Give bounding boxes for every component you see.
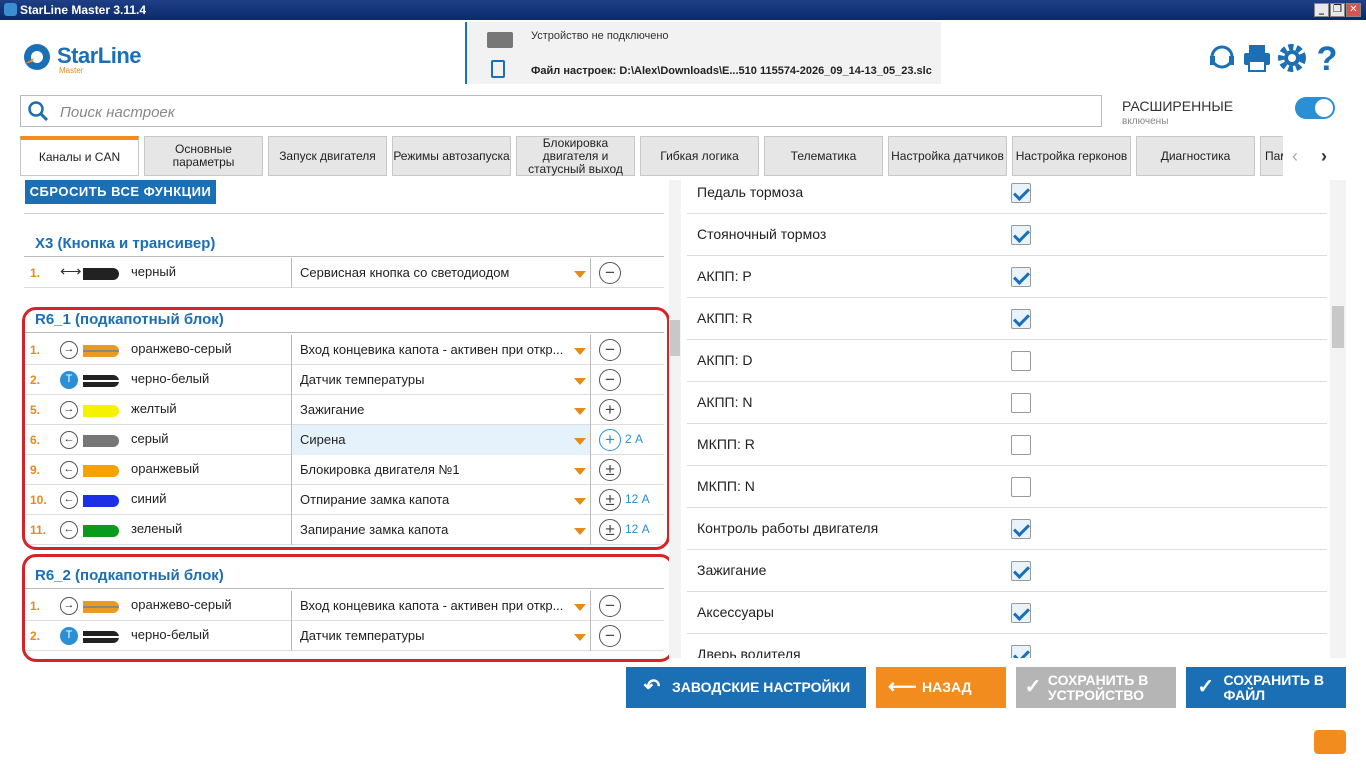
search-bar[interactable]: Поиск настроек bbox=[20, 95, 1102, 127]
checkbox[interactable] bbox=[1011, 225, 1031, 245]
left-scrollbar[interactable] bbox=[669, 180, 681, 658]
app-icon bbox=[4, 3, 17, 16]
checkbox[interactable] bbox=[1011, 267, 1031, 287]
checkbox[interactable] bbox=[1011, 561, 1031, 581]
print-icon[interactable] bbox=[1240, 42, 1274, 82]
window-title: StarLine Master 3.11.4 bbox=[20, 3, 147, 17]
advanced-label: РАСШИРЕННЫЕ bbox=[1122, 98, 1234, 114]
device-info-panel: Устройство не подключено Файл настроек: … bbox=[465, 22, 941, 84]
check-icon: ✓ bbox=[1197, 676, 1215, 698]
minimize-button[interactable]: _ bbox=[1314, 3, 1329, 17]
save-to-file-button[interactable]: ✓ СОХРАНИТЬ В ФАЙЛ bbox=[1186, 667, 1346, 708]
signal-row: АКПП: D bbox=[687, 340, 1327, 382]
input-signals-list: Педаль тормоза Стояночный тормоз АКПП: P… bbox=[687, 180, 1327, 658]
undo-icon: ↶ bbox=[643, 676, 661, 698]
checkbox[interactable] bbox=[1011, 645, 1031, 658]
reset-all-button[interactable]: СБРОСИТЬ ВСЕ ФУНКЦИИ bbox=[25, 180, 216, 204]
starline-logo: StarLine Master bbox=[20, 40, 160, 76]
logo-gear-icon bbox=[24, 44, 50, 70]
tab-prev-icon[interactable]: ‹ bbox=[1292, 146, 1298, 166]
tab-next-icon[interactable]: › bbox=[1321, 146, 1327, 166]
signal-row: МКПП: N bbox=[687, 466, 1327, 508]
left-scrollbar-thumb[interactable] bbox=[670, 320, 680, 356]
device-status: Устройство не подключено bbox=[531, 30, 669, 42]
checkbox[interactable] bbox=[1011, 351, 1031, 371]
tab-engine-start[interactable]: Запуск двигателя bbox=[268, 136, 387, 176]
file-icon bbox=[491, 60, 505, 78]
checkbox[interactable] bbox=[1011, 435, 1031, 455]
checkbox[interactable] bbox=[1011, 183, 1031, 203]
chat-icon[interactable] bbox=[1314, 730, 1346, 754]
tab-telematics[interactable]: Телематика bbox=[764, 136, 883, 176]
tab-bar: Каналы и CAN Основные параметры Запуск д… bbox=[20, 136, 1283, 176]
signal-row: Контроль работы двигателя bbox=[687, 508, 1327, 550]
tab-flex-logic[interactable]: Гибкая логика bbox=[640, 136, 759, 176]
signal-row: МКПП: R bbox=[687, 424, 1327, 466]
function-select[interactable]: Сервисная кнопка со светодиодом bbox=[291, 258, 591, 288]
tab-engine-block[interactable]: Блокировка двигателя и статусный выход bbox=[516, 136, 635, 176]
logo-subtext: Master bbox=[59, 66, 84, 75]
minus-icon[interactable]: − bbox=[599, 262, 621, 284]
signal-row: Зажигание bbox=[687, 550, 1327, 592]
section-title-x3: X3 (Кнопка и трансивер) bbox=[24, 233, 664, 257]
signal-row: АКПП: R bbox=[687, 298, 1327, 340]
bidirectional-icon: ⟷ bbox=[60, 263, 82, 280]
dropdown-arrow-icon[interactable] bbox=[574, 271, 586, 278]
back-button[interactable]: ⟵ НАЗАД bbox=[876, 667, 1006, 708]
check-icon: ✓ bbox=[1024, 676, 1042, 698]
help-icon[interactable]: ? bbox=[1310, 42, 1344, 76]
signal-row: Дверь водителя bbox=[687, 634, 1327, 658]
wire-color-swatch bbox=[83, 268, 119, 280]
settings-file-path: Файл настроек: D:\Alex\Downloads\E...510… bbox=[531, 65, 932, 77]
search-icon bbox=[28, 101, 49, 122]
checkbox[interactable] bbox=[1011, 519, 1031, 539]
signal-row: АКПП: N bbox=[687, 382, 1327, 424]
right-scrollbar-thumb[interactable] bbox=[1332, 306, 1344, 348]
tab-sensors[interactable]: Настройка датчиков bbox=[888, 136, 1007, 176]
right-scrollbar[interactable] bbox=[1330, 180, 1346, 658]
signal-row: Стояночный тормоз bbox=[687, 214, 1327, 256]
factory-settings-button[interactable]: ↶ ЗАВОДСКИЕ НАСТРОЙКИ bbox=[626, 667, 866, 708]
advanced-status: включены bbox=[1122, 116, 1169, 127]
tab-reed-switches[interactable]: Настройка герконов bbox=[1012, 136, 1131, 176]
tab-memory[interactable]: Пам bbox=[1260, 136, 1283, 176]
gear-icon[interactable] bbox=[1275, 42, 1309, 82]
pin-number: 1. bbox=[30, 266, 41, 280]
tab-channels-can[interactable]: Каналы и CAN bbox=[20, 136, 139, 176]
tab-autostart-modes[interactable]: Режимы автозапуска bbox=[392, 136, 511, 176]
checkbox[interactable] bbox=[1011, 393, 1031, 413]
tab-basic-params[interactable]: Основные параметры bbox=[144, 136, 263, 176]
title-bar: StarLine Master 3.11.4 _ ❐ ✕ bbox=[0, 0, 1366, 20]
support-icon[interactable] bbox=[1205, 42, 1239, 82]
checkbox[interactable] bbox=[1011, 477, 1031, 497]
signal-row: АКПП: P bbox=[687, 256, 1327, 298]
signal-row: Педаль тормоза bbox=[687, 180, 1327, 214]
close-button[interactable]: ✕ bbox=[1346, 3, 1361, 17]
signal-row: Аксессуары bbox=[687, 592, 1327, 634]
maximize-button[interactable]: ❐ bbox=[1330, 3, 1345, 17]
search-input[interactable]: Поиск настроек bbox=[60, 104, 175, 121]
back-arrow-icon: ⟵ bbox=[888, 676, 917, 698]
tab-diagnostics[interactable]: Диагностика bbox=[1136, 136, 1255, 176]
device-icon bbox=[487, 32, 513, 48]
highlight-box-r6-2 bbox=[22, 554, 674, 662]
wire-name: черный bbox=[131, 264, 177, 279]
checkbox[interactable] bbox=[1011, 309, 1031, 329]
checkbox[interactable] bbox=[1011, 603, 1031, 623]
highlight-box-r6-1 bbox=[22, 307, 670, 550]
save-to-device-button[interactable]: ✓ СОХРАНИТЬ В УСТРОЙСТВО bbox=[1016, 667, 1176, 708]
tab-navigation: ‹ › bbox=[1292, 146, 1327, 167]
advanced-toggle[interactable] bbox=[1295, 97, 1335, 119]
channel-row: 1. ⟷ черный Сервисная кнопка со светодио… bbox=[24, 258, 664, 288]
